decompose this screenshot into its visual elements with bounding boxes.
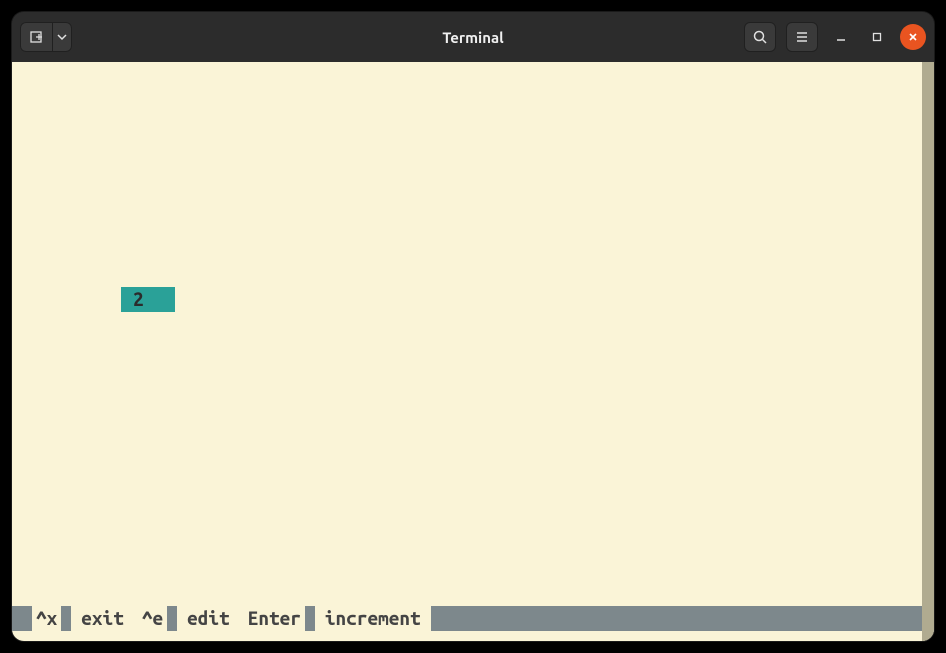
shortcut-label: edit — [177, 606, 240, 631]
close-button[interactable] — [900, 24, 926, 50]
counter-value: 2 — [121, 287, 175, 312]
titlebar: Terminal — [12, 12, 934, 62]
shortcut-key: ^e — [134, 606, 167, 631]
search-button[interactable] — [744, 22, 776, 52]
shortcut-key: ^x — [32, 606, 61, 631]
chevron-down-icon — [57, 32, 67, 42]
titlebar-right — [744, 22, 926, 52]
new-tab-group — [20, 22, 72, 52]
scrollbar-thumb[interactable] — [922, 62, 934, 641]
minimize-icon — [835, 31, 847, 43]
new-tab-icon — [29, 29, 45, 45]
menu-button[interactable] — [786, 22, 818, 52]
shortcut-label: exit — [71, 606, 134, 631]
search-icon — [752, 29, 768, 45]
maximize-button[interactable] — [864, 24, 890, 50]
footer-bar: ^x exit ^e edit Enter increment — [12, 606, 922, 631]
close-icon — [907, 31, 919, 43]
terminal-window: Terminal — [12, 12, 934, 641]
new-tab-dropdown[interactable] — [52, 22, 72, 52]
shortcut-label: increment — [315, 606, 431, 631]
footer-lead — [12, 606, 32, 631]
terminal-body[interactable]: 2 ^x exit ^e edit Enter increment — [12, 62, 934, 641]
footer-tail — [441, 606, 922, 631]
maximize-icon — [871, 31, 883, 43]
shortcut-key: Enter — [240, 606, 305, 631]
titlebar-left — [20, 22, 72, 52]
window-title: Terminal — [442, 29, 503, 46]
hamburger-icon — [794, 29, 810, 45]
minimize-button[interactable] — [828, 24, 854, 50]
scrollbar-track[interactable] — [922, 62, 934, 641]
new-tab-button[interactable] — [20, 22, 52, 52]
